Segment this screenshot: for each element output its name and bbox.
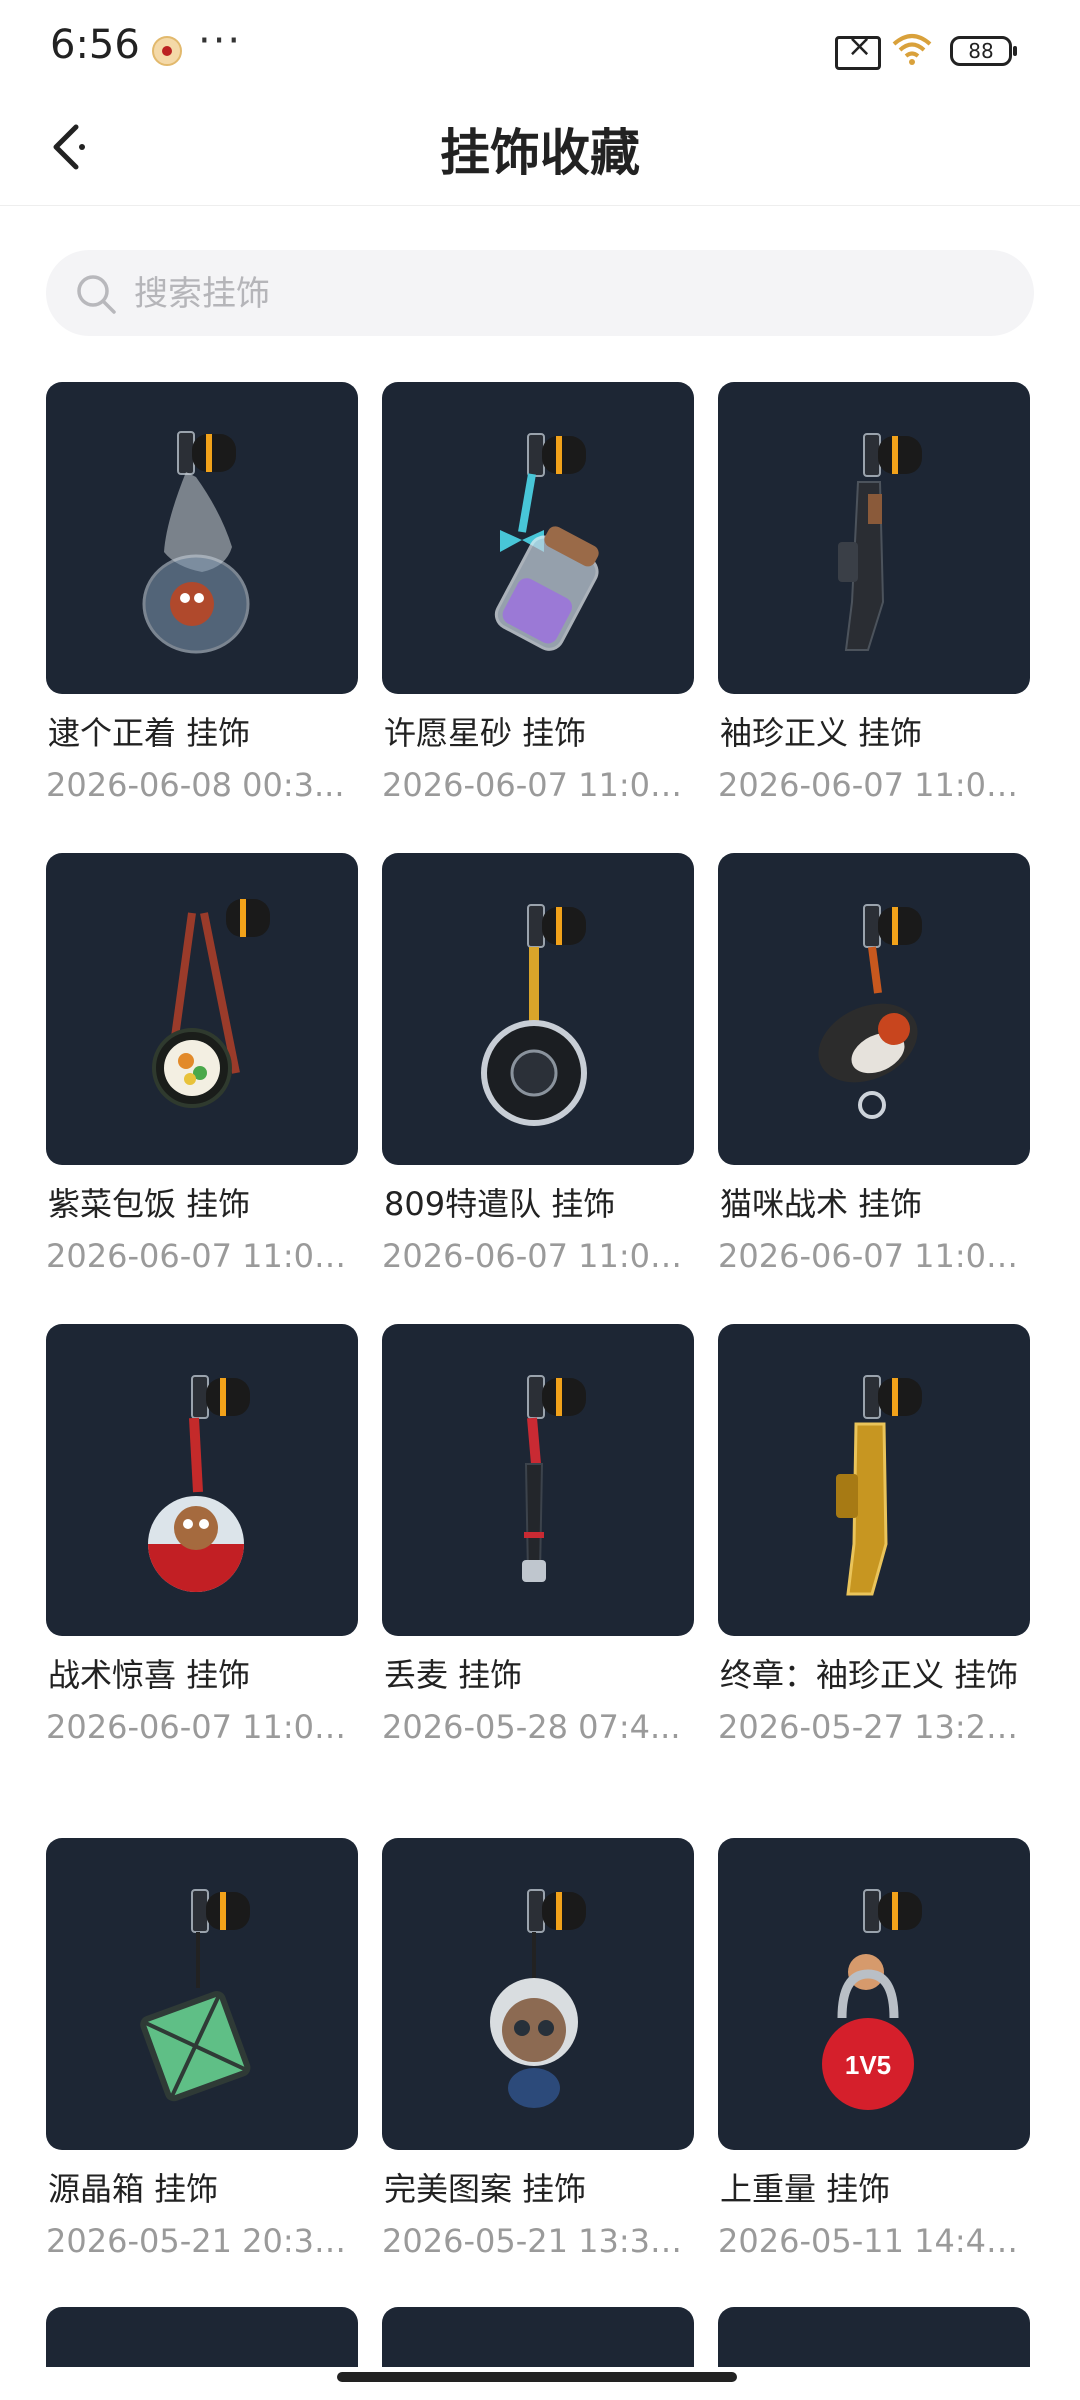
charm-date: 2026-06-07 11:00... [46,1237,358,1275]
page-title: 挂饰收藏 [440,124,640,182]
charm-date: 2026-06-07 11:00... [718,1237,1030,1275]
crystal-box-charm-image [46,1838,358,2150]
charm-name: 完美图案 挂饰 [384,2170,587,2208]
charm-name: 许愿星砂 挂饰 [384,714,587,752]
charm-date: 2026-05-11 14:42... [718,2222,1030,2260]
charm-name: 紫菜包饭 挂饰 [48,1185,251,1223]
charm-card-partial[interactable] [718,2307,1030,2367]
charm-card[interactable]: 袖珍正义 挂饰 2026-06-07 11:00... [718,382,1030,804]
more-notifications-icon: ··· [198,18,243,64]
capsule-ball-charm-image [46,1324,358,1636]
charm-name: 源晶箱 挂饰 [48,2170,219,2208]
charm-name: 猫咪战术 挂饰 [720,1185,923,1223]
battery-icon: 88 [950,36,1017,66]
charm-card-partial[interactable] [46,2307,358,2367]
mini-pistol-charm-image [718,382,1030,694]
no-sim-icon [835,29,881,70]
microphone-charm-image [382,1324,694,1636]
status-bar: 6:56 ··· 88 [0,0,1080,95]
app-notification-icon [152,36,182,66]
charm-date: 2026-06-07 11:00... [718,766,1030,804]
charm-date: 2026-05-28 07:4... [382,1708,681,1746]
app-header: 挂饰收藏 [0,95,1080,206]
search-icon [77,275,116,314]
search-input[interactable] [132,250,996,338]
charm-card[interactable]: 猫咪战术 挂饰 2026-06-07 11:00... [718,853,1030,1275]
net-bag-charm-image [46,382,358,694]
frying-pan-charm-image [382,853,694,1165]
charm-card[interactable]: 逮个正着 挂饰 2026-06-08 00:3... [46,382,358,804]
charm-card[interactable]: 1V5 上重量 挂饰 2026-05-11 14:42... [718,1838,1030,2260]
cat-charm-image [718,853,1030,1165]
star-sand-bottle-charm-image [382,382,694,694]
charm-date: 2026-05-21 20:31... [46,2222,358,2260]
search-bar[interactable] [46,250,1034,338]
charm-date: 2026-06-07 11:00... [382,1237,694,1275]
charm-date: 2026-06-07 11:00... [382,766,694,804]
charm-date: 2026-06-08 00:3... [46,766,345,804]
charm-card[interactable]: 许愿星砂 挂饰 2026-06-07 11:00... [382,382,694,804]
charm-date: 2026-06-07 11:00... [46,1708,358,1746]
gold-pistol-charm-image [718,1324,1030,1636]
charm-card[interactable]: 丢麦 挂饰 2026-05-28 07:4... [382,1324,694,1746]
charm-name: 上重量 挂饰 [720,2170,891,2208]
charm-card[interactable]: 终章：袖珍正义 挂饰 2026-05-27 13:22... [718,1324,1030,1746]
doll-charm-image [382,1838,694,2150]
kettlebell-charm-image: 1V5 [718,1838,1030,2150]
status-time: 6:56 [50,22,140,68]
charm-name: 逮个正着 挂饰 [48,714,251,752]
charm-date: 2026-05-21 13:38... [382,2222,694,2260]
charm-name: 袖珍正义 挂饰 [720,714,923,752]
charm-card[interactable]: 完美图案 挂饰 2026-05-21 13:38... [382,1838,694,2260]
wifi-icon [892,34,932,65]
charm-card[interactable]: 809特遣队 挂饰 2026-06-07 11:00... [382,853,694,1275]
kimbap-chopsticks-charm-image [46,853,358,1165]
charm-name: 809特遣队 挂饰 [384,1185,616,1223]
charm-card-partial[interactable] [382,2307,694,2367]
kettlebell-label: 1V5 [845,2050,891,2080]
gesture-nav-bar[interactable] [337,2372,737,2382]
charm-card[interactable]: 战术惊喜 挂饰 2026-06-07 11:00... [46,1324,358,1746]
charm-name: 终章：袖珍正义 挂饰 [720,1656,1019,1694]
charm-name: 丢麦 挂饰 [384,1656,523,1694]
charm-name: 战术惊喜 挂饰 [48,1656,251,1694]
charm-card[interactable]: 紫菜包饭 挂饰 2026-06-07 11:00... [46,853,358,1275]
charm-card[interactable]: 源晶箱 挂饰 2026-05-21 20:31... [46,1838,358,2260]
charm-date: 2026-05-27 13:22... [718,1708,1030,1746]
